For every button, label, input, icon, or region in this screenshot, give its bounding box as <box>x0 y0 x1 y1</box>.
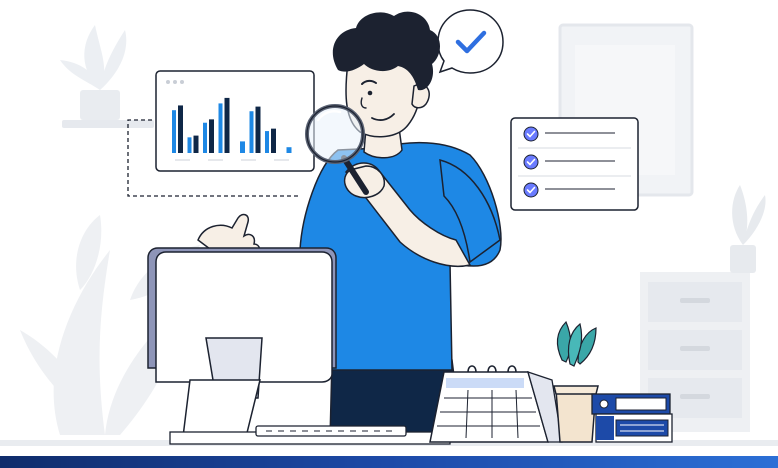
binders <box>591 393 673 443</box>
mini-chart-bar <box>249 111 254 153</box>
monitor-icon <box>147 247 337 446</box>
footer-bar <box>0 456 778 468</box>
keyboard <box>255 425 407 437</box>
mini-chart-bar <box>187 137 192 153</box>
chart-card <box>155 70 315 172</box>
mini-chart-bar <box>265 131 269 153</box>
mini-chart-bar <box>255 106 261 153</box>
plant-icon <box>553 320 599 443</box>
checklist-card <box>510 117 639 211</box>
mini-chart-bar <box>172 110 176 153</box>
background-shelf-plant <box>60 25 154 128</box>
mini-chart-bar <box>271 128 276 153</box>
mini-chart-bar <box>224 97 230 153</box>
calendar-icon <box>429 365 563 443</box>
mini-chart-bar <box>286 147 292 153</box>
illustration-canvas <box>0 9 778 468</box>
mini-chart-bar <box>178 105 183 153</box>
mini-chart-bar <box>218 103 223 153</box>
background-plant-right <box>730 185 766 273</box>
mini-chart-bar <box>240 141 245 153</box>
mini-chart-bar <box>203 122 207 153</box>
illustration-stage <box>0 0 778 468</box>
mini-chart-bar <box>209 119 214 153</box>
mini-chart-bar <box>193 135 199 153</box>
speech-bubble <box>437 9 504 74</box>
